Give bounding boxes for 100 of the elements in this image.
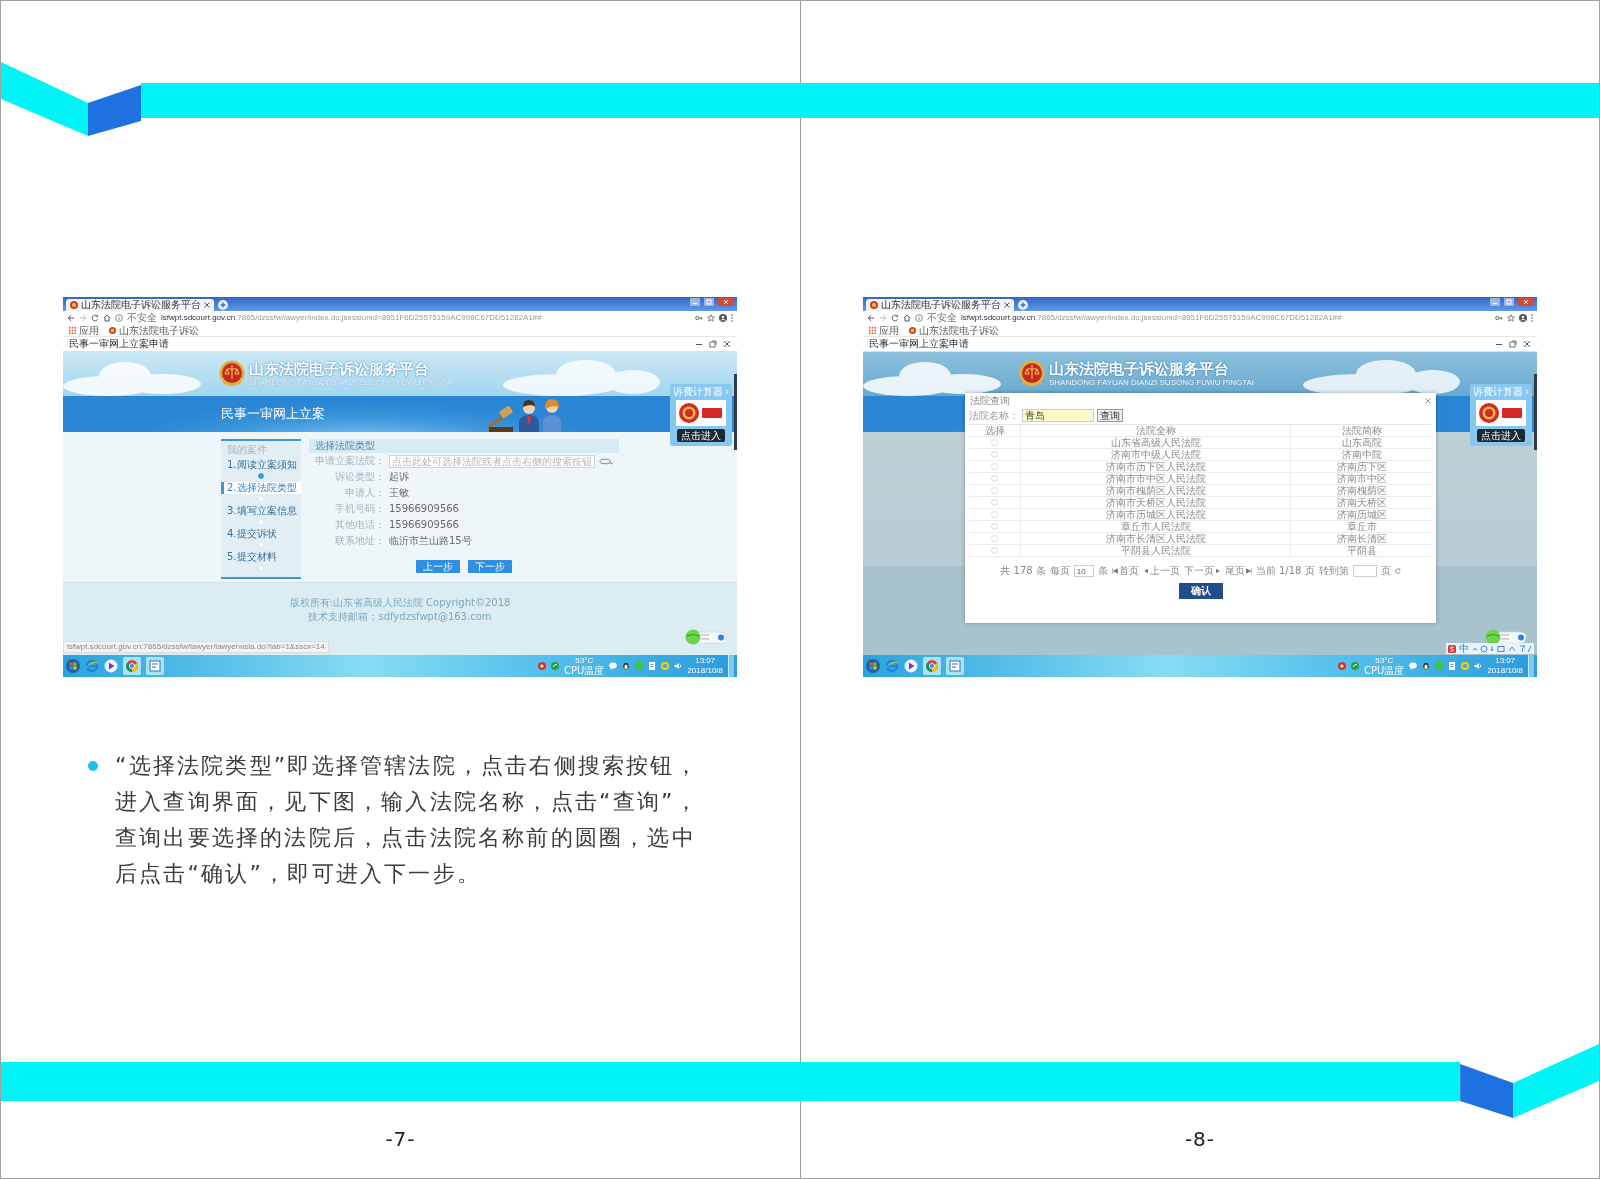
document-tray-icon[interactable] <box>1448 662 1457 670</box>
browser-app-icon[interactable] <box>123 657 141 675</box>
next-page-link[interactable]: 下一页 <box>1183 565 1221 577</box>
back-arrow-icon[interactable] <box>67 313 75 322</box>
chevron-right-icon[interactable] <box>1525 388 1529 395</box>
step-item[interactable]: 1.阅读立案须知 <box>221 459 301 471</box>
network-speed-widget-icon[interactable] <box>685 629 727 645</box>
info-icon[interactable] <box>115 313 123 322</box>
reload-icon[interactable] <box>91 313 99 322</box>
letter-e-browser-icon[interactable] <box>885 659 899 673</box>
radio-button[interactable] <box>991 523 998 530</box>
ring-tray-icon[interactable] <box>1461 662 1470 670</box>
account-icon[interactable] <box>1519 313 1527 322</box>
leaf-tray-icon[interactable] <box>551 662 560 670</box>
close-icon[interactable] <box>1004 302 1010 308</box>
key-icon[interactable] <box>695 313 703 322</box>
leaf-tray-icon[interactable] <box>1351 662 1360 670</box>
chat-bubble-tray-icon[interactable] <box>609 662 618 670</box>
previous-page-link[interactable]: 上一页 <box>1142 565 1180 577</box>
close-icon[interactable] <box>204 302 210 308</box>
document-tray-icon[interactable] <box>648 662 657 670</box>
enter-button[interactable]: 点击进入 <box>677 429 725 442</box>
browser-tab[interactable]: 山东法院电子诉讼服务平台 <box>66 299 214 311</box>
circle-tray-icon[interactable] <box>1338 662 1347 670</box>
url-text[interactable]: lsfwpt.sdcourt.gov.cn:7865/dzssfw/lawyer/index.do;jsessionid=8951F6D25575159AC998C67DD51282A1## <box>961 312 1342 323</box>
step-item[interactable]: 5.提交材料 <box>221 551 301 563</box>
step-item[interactable]: 4.提交诉状 <box>221 528 301 540</box>
radio-button[interactable] <box>991 499 998 506</box>
account-icon[interactable] <box>719 313 727 322</box>
browser-tab[interactable]: 山东法院电子诉讼服务平台 <box>866 299 1014 311</box>
url-text[interactable]: lsfwpt.sdcourt.gov.cn:7865/dzssfw/lawyer/index.do;jsessionid=8951F6D25575159AC998C67DD51282A1## <box>161 312 542 323</box>
confirm-button[interactable]: 确认 <box>1178 583 1223 599</box>
bookmark-link[interactable]: 应用 <box>869 324 899 336</box>
star-icon[interactable] <box>1507 313 1515 322</box>
network-speed-widget-icon[interactable] <box>1485 629 1527 645</box>
speaker-icon[interactable] <box>1474 662 1483 670</box>
radio-button[interactable] <box>991 547 998 554</box>
jump-page-input-field[interactable] <box>1352 565 1377 577</box>
close-icon[interactable] <box>718 298 734 306</box>
refresh-icon[interactable] <box>1394 568 1401 574</box>
bookmark-link[interactable]: 应用 <box>69 324 99 336</box>
radio-button[interactable] <box>991 535 998 542</box>
close-icon[interactable] <box>1518 298 1534 306</box>
maximize-icon[interactable] <box>704 298 714 306</box>
penguin-tray-icon[interactable] <box>1422 662 1431 670</box>
last-page-link[interactable]: 尾页 <box>1224 565 1252 577</box>
first-page-link[interactable]: 首页 <box>1111 565 1139 577</box>
media-player-icon[interactable] <box>904 659 918 673</box>
column-header: 选择 <box>969 425 1021 437</box>
scrollbar[interactable] <box>734 374 737 450</box>
restore-icon[interactable] <box>709 340 717 348</box>
scrollbar[interactable] <box>1534 374 1537 450</box>
speaker-icon[interactable] <box>674 662 683 670</box>
media-player-icon[interactable] <box>104 659 118 673</box>
court-input-field[interactable]: 点击此处可选择法院或者点击右侧的搜索按钮 <box>389 454 595 468</box>
star-icon[interactable] <box>707 313 715 322</box>
input-method-logo-icon[interactable] <box>1448 644 1456 653</box>
ring-tray-icon[interactable] <box>661 662 670 670</box>
radio-button[interactable] <box>991 487 998 494</box>
close-icon[interactable] <box>1523 340 1531 348</box>
home-icon[interactable] <box>903 313 911 322</box>
input-mode-toggle[interactable]: 中 <box>1459 643 1469 654</box>
input-method-tools-drawing[interactable] <box>1472 644 1532 653</box>
page-size-input-field[interactable]: 10 <box>1073 565 1094 577</box>
window-app-icon[interactable] <box>946 657 964 675</box>
new-tab-icon[interactable] <box>1018 300 1028 310</box>
reload-icon[interactable] <box>891 313 899 322</box>
footer-text: 版权所有:山东省高级人民法院 Copyright©2018 <box>289 597 511 609</box>
home-icon[interactable] <box>103 313 111 322</box>
info-icon[interactable] <box>915 313 923 322</box>
close-icon[interactable] <box>723 340 731 348</box>
court-name-input-field[interactable]: 青岛 <box>1022 409 1094 422</box>
start-orb-icon[interactable] <box>866 659 880 673</box>
restore-icon[interactable] <box>1509 340 1517 348</box>
letter-e-browser-icon[interactable] <box>85 659 99 673</box>
radio-button[interactable] <box>991 451 998 458</box>
key-icon[interactable] <box>1495 313 1503 322</box>
start-orb-icon[interactable] <box>66 659 80 673</box>
circle-tray-icon[interactable] <box>538 662 547 670</box>
radio-button[interactable] <box>991 475 998 482</box>
chat-bubble-tray-icon[interactable] <box>1409 662 1418 670</box>
bookmark-link[interactable]: 山东法院电子诉讼 <box>909 324 999 336</box>
penguin-tray-icon[interactable] <box>622 662 631 670</box>
window-app-icon[interactable] <box>146 657 164 675</box>
step-item[interactable]: 3.填写立案信息 <box>221 505 301 517</box>
radio-button[interactable] <box>991 463 998 470</box>
step-item[interactable]: 2.选择法院类型 <box>221 482 301 494</box>
radio-button[interactable] <box>991 439 998 446</box>
new-tab-icon[interactable] <box>218 300 228 310</box>
query-button[interactable]: 查询 <box>1097 409 1123 422</box>
radio-button[interactable] <box>991 511 998 518</box>
bookmark-link[interactable]: 山东法院电子诉讼 <box>109 324 199 336</box>
chevron-right-icon[interactable] <box>725 388 729 395</box>
back-arrow-icon[interactable] <box>867 313 875 322</box>
search-icon[interactable] <box>599 457 613 465</box>
browser-app-icon[interactable] <box>923 657 941 675</box>
forward-arrow-icon[interactable] <box>879 313 887 322</box>
forward-arrow-icon[interactable] <box>79 313 87 322</box>
enter-button[interactable]: 点击进入 <box>1477 429 1525 442</box>
maximize-icon[interactable] <box>1504 298 1514 306</box>
